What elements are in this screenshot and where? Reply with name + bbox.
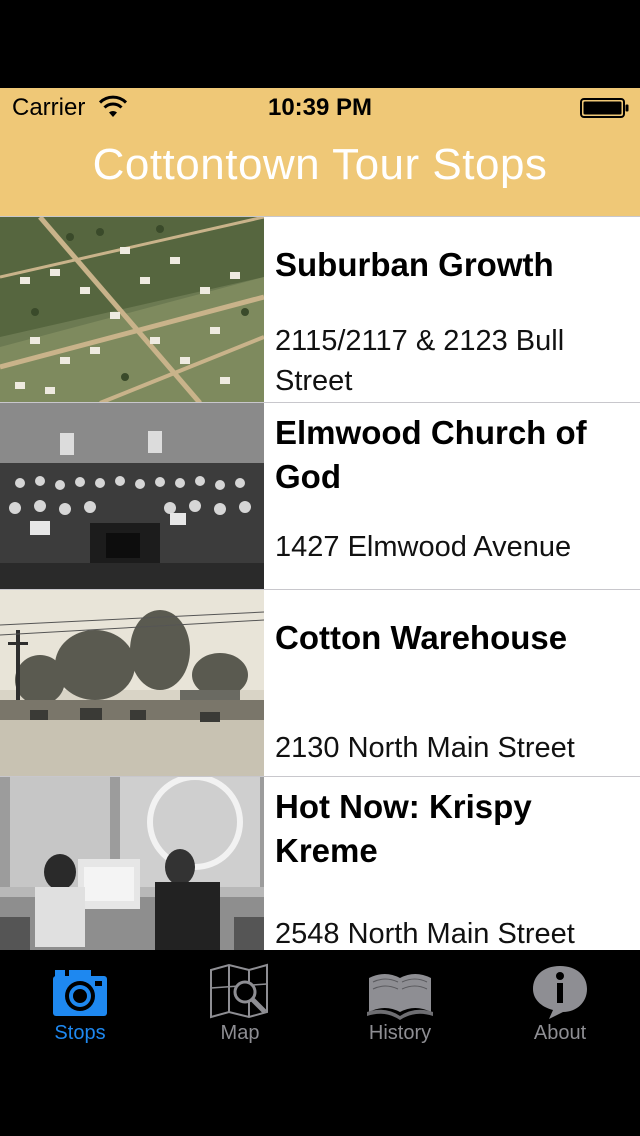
list-item[interactable]: Suburban Growth 2115/2117 & 2123 Bull St…: [0, 216, 640, 403]
tab-label: Stops: [54, 1022, 106, 1044]
stop-title: Elmwood Church of God: [275, 414, 587, 495]
diner-photo: [0, 777, 264, 963]
stop-title: Suburban Growth: [275, 246, 554, 283]
stop-address: 2548 North Main Street: [275, 918, 575, 950]
tab-label: Map: [220, 1022, 260, 1044]
book-icon: [367, 974, 433, 1020]
tab-label: History: [368, 1022, 432, 1044]
tab-map[interactable]: Map: [160, 950, 320, 1060]
battery-icon: [580, 98, 629, 118]
stop-address: 2115/2117 & 2123 Bull Street: [275, 325, 565, 397]
stop-title: Hot Now: Krispy Kreme: [275, 788, 532, 869]
church-congregation-photo: [0, 403, 264, 589]
list-item[interactable]: Hot Now: Krispy Kreme 2548 North Main St…: [0, 776, 640, 963]
app-screen: Carrier 10:39 PM Cottontown Tour Stops S…: [0, 0, 640, 1136]
camera-icon: [53, 970, 107, 1016]
tab-about[interactable]: About: [480, 950, 640, 1060]
aerial-town-photo: [0, 217, 264, 403]
map-icon: [210, 963, 268, 1019]
tab-bar: Stops Map History About: [0, 950, 640, 1136]
tab-stops[interactable]: Stops: [0, 950, 160, 1060]
page-title: Cottontown Tour Stops: [92, 140, 548, 189]
list-item[interactable]: Elmwood Church of God 1427 Elmwood Avenu…: [0, 402, 640, 589]
stop-title: Cotton Warehouse: [275, 619, 568, 656]
tab-label: About: [533, 1022, 587, 1044]
info-icon: [533, 966, 587, 1019]
tour-stops-list[interactable]: Suburban Growth 2115/2117 & 2123 Bull St…: [0, 216, 640, 963]
status-bar: Carrier 10:39 PM: [0, 88, 640, 128]
stop-address: 1427 Elmwood Avenue: [275, 531, 572, 563]
header: Carrier 10:39 PM Cottontown Tour Stops: [0, 88, 640, 216]
tab-history[interactable]: History: [320, 950, 480, 1060]
status-time: 10:39 PM: [267, 94, 373, 121]
stop-address: 2130 North Main Street: [275, 732, 575, 764]
street-scene-photo: [0, 590, 264, 776]
list-item[interactable]: Cotton Warehouse 2130 North Main Street: [0, 589, 640, 776]
